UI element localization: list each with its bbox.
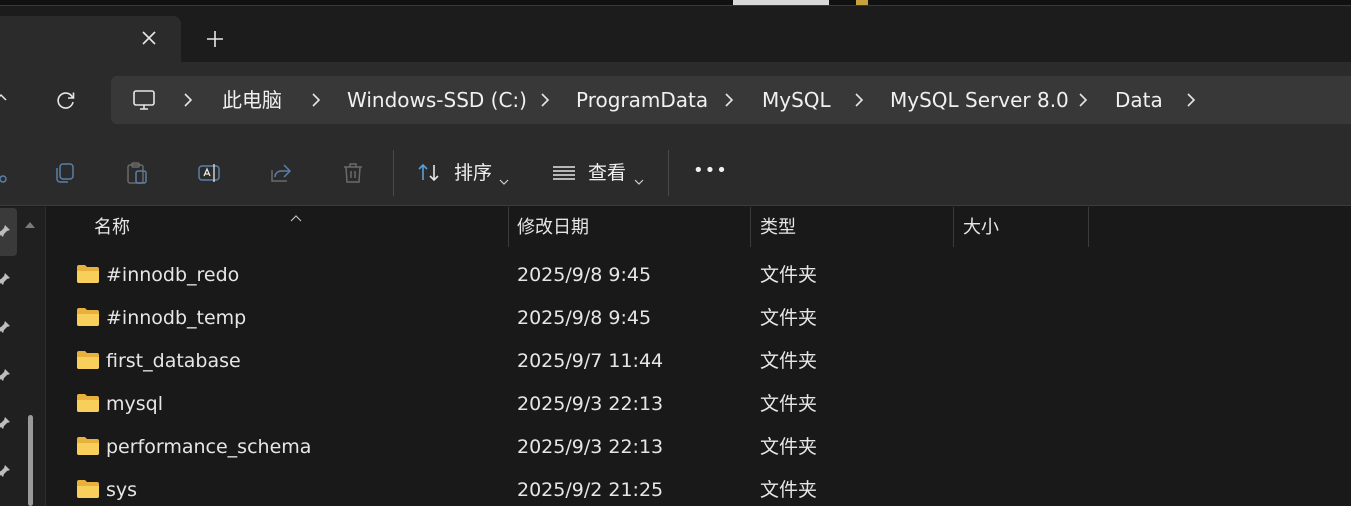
file-type: 文件夹 — [760, 436, 818, 458]
sort-ascending-icon — [290, 207, 302, 222]
file-name[interactable]: #innodb_temp — [106, 306, 246, 330]
close-icon[interactable] — [138, 27, 160, 49]
column-resize-handle[interactable] — [750, 207, 751, 247]
breadcrumb-mysql[interactable]: MySQL — [762, 88, 831, 112]
file-modified: 2025/9/7 11:44 — [517, 350, 664, 372]
share-icon[interactable] — [268, 160, 294, 186]
scrollbar-thumb[interactable] — [28, 415, 33, 506]
copy-icon[interactable] — [52, 160, 78, 186]
pin-icon[interactable] — [0, 271, 12, 287]
paste-icon[interactable] — [124, 160, 150, 186]
chevron-right-icon[interactable] — [1186, 92, 1196, 108]
file-modified: 2025/9/3 22:13 — [517, 436, 664, 458]
column-header-type[interactable]: 类型 — [760, 217, 796, 239]
table-row[interactable] — [47, 339, 1351, 382]
chevron-right-icon[interactable] — [1078, 92, 1088, 108]
column-resize-handle[interactable] — [508, 207, 509, 247]
up-arrow-icon[interactable] — [0, 92, 8, 108]
breadcrumb-mysql-server[interactable]: MySQL Server 8.0 — [890, 88, 1069, 112]
delete-icon[interactable] — [340, 160, 366, 186]
pin-icon[interactable] — [0, 367, 12, 383]
file-type: 文件夹 — [760, 307, 818, 329]
cut-icon[interactable] — [0, 160, 13, 186]
folder-icon — [76, 307, 100, 327]
computer-icon[interactable] — [131, 87, 157, 113]
pin-icon[interactable] — [0, 463, 12, 479]
file-type: 文件夹 — [760, 264, 818, 286]
breadcrumb-data[interactable]: Data — [1115, 88, 1163, 112]
refresh-icon[interactable] — [54, 88, 78, 112]
chevron-right-icon[interactable] — [854, 92, 864, 108]
folder-icon — [76, 350, 100, 370]
pin-icon[interactable] — [0, 223, 12, 239]
rename-icon[interactable] — [196, 160, 222, 186]
pin-icon[interactable] — [0, 415, 12, 431]
file-type: 文件夹 — [760, 479, 818, 501]
plus-icon[interactable] — [203, 27, 227, 51]
table-row[interactable] — [47, 382, 1351, 425]
table-row[interactable] — [47, 253, 1351, 296]
file-name[interactable]: first_database — [106, 349, 241, 373]
file-type: 文件夹 — [760, 393, 818, 415]
file-name[interactable]: performance_schema — [106, 435, 311, 459]
sort-button[interactable]: 排序 — [454, 161, 492, 185]
column-resize-handle[interactable] — [953, 207, 954, 247]
breadcrumb-drive[interactable]: Windows-SSD (C:) — [347, 88, 527, 112]
column-header-modified[interactable]: 修改日期 — [517, 217, 589, 239]
file-type: 文件夹 — [760, 350, 818, 372]
folder-icon — [76, 264, 100, 284]
file-name[interactable]: sys — [106, 478, 137, 502]
view-button[interactable]: 查看 — [588, 161, 626, 185]
file-modified: 2025/9/3 22:13 — [517, 393, 664, 415]
file-name[interactable]: mysql — [106, 392, 163, 416]
file-modified: 2025/9/8 9:45 — [517, 307, 652, 329]
chevron-right-icon[interactable] — [183, 92, 193, 108]
file-modified: 2025/9/2 21:25 — [517, 479, 664, 501]
breadcrumb-programdata[interactable]: ProgramData — [576, 88, 708, 112]
more-options-button[interactable]: ••• — [693, 159, 728, 183]
chevron-right-icon[interactable] — [311, 92, 321, 108]
chevron-down-icon[interactable] — [499, 170, 509, 185]
chevron-right-icon[interactable] — [540, 92, 550, 108]
sort-icon[interactable] — [416, 160, 442, 186]
folder-icon — [76, 436, 100, 456]
pin-icon[interactable] — [0, 319, 12, 335]
file-modified: 2025/9/8 9:45 — [517, 264, 652, 286]
scroll-up-arrow-icon[interactable] — [24, 215, 36, 228]
breadcrumb-this-pc[interactable]: 此电脑 — [222, 88, 282, 112]
column-resize-handle[interactable] — [1088, 207, 1089, 247]
file-name[interactable]: #innodb_redo — [106, 263, 239, 287]
column-header-size[interactable]: 大小 — [963, 217, 999, 239]
folder-icon — [76, 393, 100, 413]
chevron-down-icon[interactable] — [634, 170, 644, 185]
view-icon[interactable] — [551, 160, 577, 186]
table-row[interactable] — [47, 468, 1351, 506]
folder-icon — [76, 479, 100, 499]
column-header-name[interactable]: 名称 — [94, 217, 130, 239]
chevron-right-icon[interactable] — [724, 92, 734, 108]
